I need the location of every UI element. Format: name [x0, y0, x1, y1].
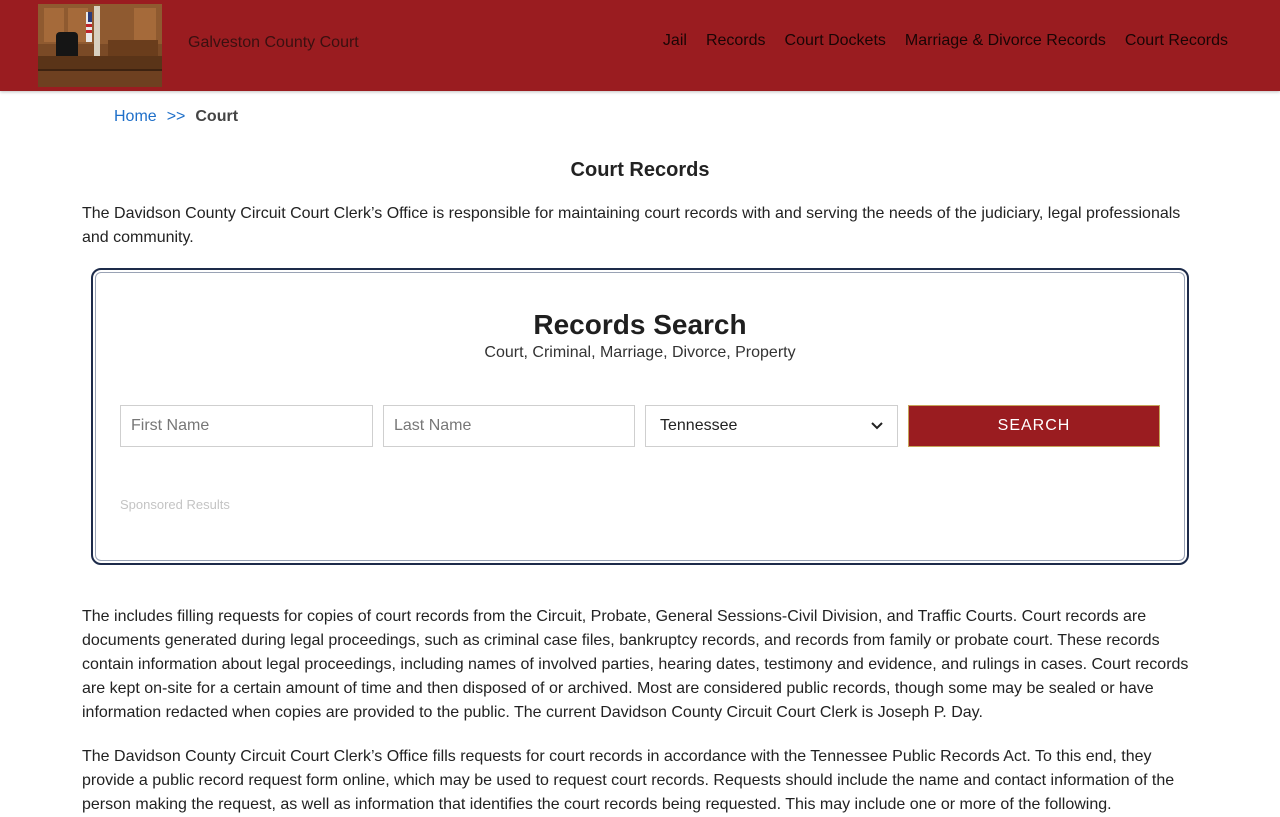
- breadcrumb-separator: >>: [166, 108, 186, 125]
- nav-court-records[interactable]: Court Records: [1125, 31, 1228, 51]
- last-name-input[interactable]: [383, 405, 635, 447]
- content-paragraph-2: The Davidson County Circuit Court Clerk’…: [82, 748, 1175, 813]
- nav-jail[interactable]: Jail: [663, 31, 687, 51]
- content-paragraph-1: The includes filling requests for copies…: [82, 608, 1189, 721]
- nav-court-dockets[interactable]: Court Dockets: [785, 31, 886, 51]
- search-button[interactable]: SEARCH: [908, 405, 1160, 447]
- search-subtitle: Court, Criminal, Marriage, Divorce, Prop…: [484, 344, 796, 361]
- chevron-down-icon: [871, 419, 883, 433]
- first-name-input[interactable]: [120, 405, 373, 447]
- courtroom-logo-image[interactable]: [38, 4, 162, 87]
- breadcrumb-current: Court: [195, 108, 239, 125]
- nav-marriage-divorce-records[interactable]: Marriage & Divorce Records: [905, 31, 1106, 51]
- sponsored-results-label: Sponsored Results: [120, 497, 230, 512]
- state-selected-value: Tennessee: [660, 417, 738, 434]
- search-title: Records Search: [533, 309, 747, 340]
- main-nav: Jail Records Court Dockets Marriage & Di…: [644, 31, 1228, 51]
- breadcrumb-home-link[interactable]: Home: [114, 108, 157, 126]
- intro-text: The Davidson County Circuit Court Clerk’…: [82, 205, 1181, 246]
- page-title: Court Records: [570, 159, 710, 181]
- nav-records[interactable]: Records: [706, 31, 766, 51]
- site-header: Galveston County Court Jail Records Cour…: [0, 0, 1280, 91]
- breadcrumb: Home >> Court: [114, 108, 238, 126]
- site-name-link[interactable]: Galveston County Court: [188, 34, 359, 52]
- records-search-panel: Records Search Court, Criminal, Marriage…: [91, 268, 1189, 565]
- state-select[interactable]: Tennessee: [645, 405, 898, 447]
